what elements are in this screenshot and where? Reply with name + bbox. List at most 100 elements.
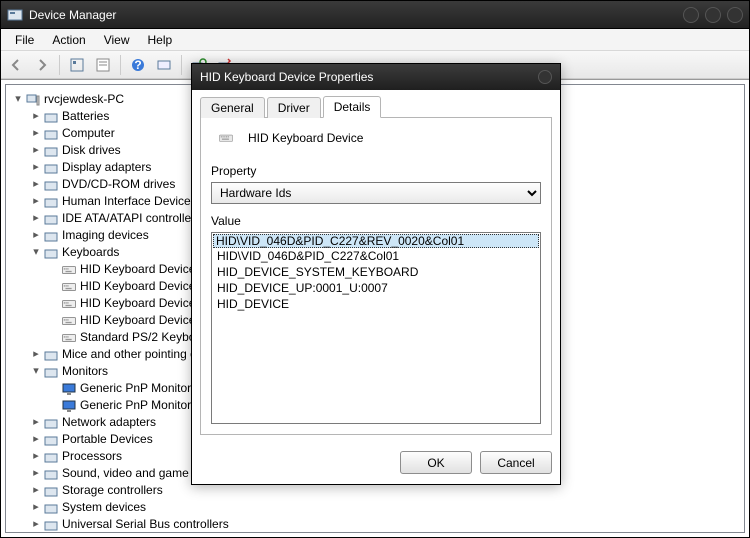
value-list-item[interactable]: HID\VID_046D&PID_C227&REV_0020&Col01: [213, 234, 539, 248]
dialog-close-button[interactable]: [538, 70, 552, 84]
device-header-row: HID Keyboard Device: [211, 128, 541, 148]
tab-details[interactable]: Details: [323, 96, 382, 118]
device-category-icon: [43, 212, 59, 226]
dialog-title: HID Keyboard Device Properties: [200, 70, 538, 84]
device-category-icon: [43, 348, 59, 362]
tree-device-label: HID Keyboard Device: [80, 295, 195, 312]
toolbar-button[interactable]: [66, 54, 88, 76]
device-icon: [61, 399, 77, 413]
value-list-item[interactable]: HID_DEVICE_UP:0001_U:0007: [213, 280, 539, 296]
device-category-icon: [43, 246, 59, 260]
tree-device-label: HID Keyboard Device: [80, 312, 195, 329]
tree-category-label: Portable Devices: [62, 431, 153, 448]
tab-general[interactable]: General: [200, 97, 265, 118]
tabstrip: General Driver Details: [200, 96, 552, 118]
back-button[interactable]: [5, 54, 27, 76]
device-name: HID Keyboard Device: [248, 131, 363, 145]
toolbar-separator: [181, 55, 182, 75]
tab-driver[interactable]: Driver: [267, 97, 321, 118]
device-category-icon: [43, 501, 59, 515]
toolbar-button[interactable]: [153, 54, 175, 76]
tree-category-label: Imaging devices: [62, 227, 149, 244]
tree-category-label: Display adapters: [62, 159, 151, 176]
property-select[interactable]: Hardware Ids: [211, 182, 541, 204]
device-category-icon: [43, 416, 59, 430]
device-category-icon: [43, 161, 59, 175]
tree-device-label: HID Keyboard Device: [80, 278, 195, 295]
tree-category-label: Disk drives: [62, 142, 121, 159]
tree-category-label: Processors: [62, 448, 122, 465]
tree-category[interactable]: ▸System devices: [30, 499, 740, 516]
menu-view[interactable]: View: [96, 31, 138, 49]
tree-category-label: IDE ATA/ATAPI controllers: [62, 210, 201, 227]
device-category-icon: [43, 450, 59, 464]
device-category-icon: [43, 178, 59, 192]
tree-category-label: Network adapters: [62, 414, 156, 431]
dialog-body: General Driver Details HID Keyboard Devi…: [192, 90, 560, 443]
tree-category-label: Computer: [62, 125, 115, 142]
menu-action[interactable]: Action: [44, 31, 93, 49]
device-category-icon: [43, 195, 59, 209]
minimize-button[interactable]: [683, 7, 699, 23]
tree-category-label: Human Interface Devices: [62, 193, 197, 210]
toolbar-separator: [120, 55, 121, 75]
device-category-icon: [43, 144, 59, 158]
property-combo[interactable]: Hardware Ids: [211, 182, 541, 204]
toolbar-separator: [59, 55, 60, 75]
tree-category-label: System devices: [62, 499, 146, 516]
value-label: Value: [211, 214, 541, 228]
tree-device-label: Generic PnP Monitor: [80, 380, 191, 397]
device-category-icon: [43, 518, 59, 532]
device-category-icon: [43, 365, 59, 379]
device-icon: [61, 331, 77, 345]
tree-category-label: Storage controllers: [62, 482, 163, 499]
svg-text:?: ?: [134, 58, 141, 72]
menu-file[interactable]: File: [7, 31, 42, 49]
tree-category-label: Monitors: [62, 363, 108, 380]
close-button[interactable]: [727, 7, 743, 23]
maximize-button[interactable]: [705, 7, 721, 23]
value-list-item[interactable]: HID_DEVICE: [213, 296, 539, 312]
properties-dialog: HID Keyboard Device Properties General D…: [191, 63, 561, 485]
window-titlebar: Device Manager: [1, 1, 749, 29]
dialog-button-row: OK Cancel: [192, 443, 560, 484]
device-category-icon: [43, 484, 59, 498]
tree-category-label: Keyboards: [62, 244, 119, 261]
dialog-titlebar: HID Keyboard Device Properties: [192, 64, 560, 90]
device-icon: [61, 297, 77, 311]
device-category-icon: [43, 229, 59, 243]
value-list-item[interactable]: HID_DEVICE_SYSTEM_KEYBOARD: [213, 264, 539, 280]
computer-icon: [25, 93, 41, 107]
tree-category-label: Universal Serial Bus controllers: [62, 516, 229, 533]
cancel-button[interactable]: Cancel: [480, 451, 552, 474]
tree-device-label: Generic PnP Monitor: [80, 397, 191, 414]
value-listbox[interactable]: HID\VID_046D&PID_C227&REV_0020&Col01HID\…: [211, 232, 541, 424]
properties-button[interactable]: [92, 54, 114, 76]
property-label: Property: [211, 164, 541, 178]
device-icon: [61, 280, 77, 294]
window-title: Device Manager: [29, 8, 683, 22]
tree-root-label: rvcjewdesk-PC: [44, 91, 124, 108]
tree-category[interactable]: ▸Universal Serial Bus controllers: [30, 516, 740, 533]
device-icon: [61, 314, 77, 328]
menu-help[interactable]: Help: [140, 31, 181, 49]
menubar: File Action View Help: [1, 29, 749, 51]
device-category-icon: [43, 467, 59, 481]
tab-panel-details: HID Keyboard Device Property Hardware Id…: [200, 118, 552, 435]
device-category-icon: [43, 110, 59, 124]
device-category-icon: [43, 127, 59, 141]
tree-device-label: HID Keyboard Device: [80, 261, 195, 278]
tree-category-label: Batteries: [62, 108, 109, 125]
window-buttons: [683, 7, 743, 23]
ok-button[interactable]: OK: [400, 451, 472, 474]
device-category-icon: [43, 433, 59, 447]
device-icon: [61, 382, 77, 396]
app-icon: [7, 7, 23, 23]
forward-button[interactable]: [31, 54, 53, 76]
keyboard-icon: [212, 128, 240, 148]
value-list-item[interactable]: HID\VID_046D&PID_C227&Col01: [213, 248, 539, 264]
device-icon: [61, 263, 77, 277]
tree-category-label: DVD/CD-ROM drives: [62, 176, 175, 193]
help-button[interactable]: ?: [127, 54, 149, 76]
value-section: Value HID\VID_046D&PID_C227&REV_0020&Col…: [211, 212, 541, 424]
